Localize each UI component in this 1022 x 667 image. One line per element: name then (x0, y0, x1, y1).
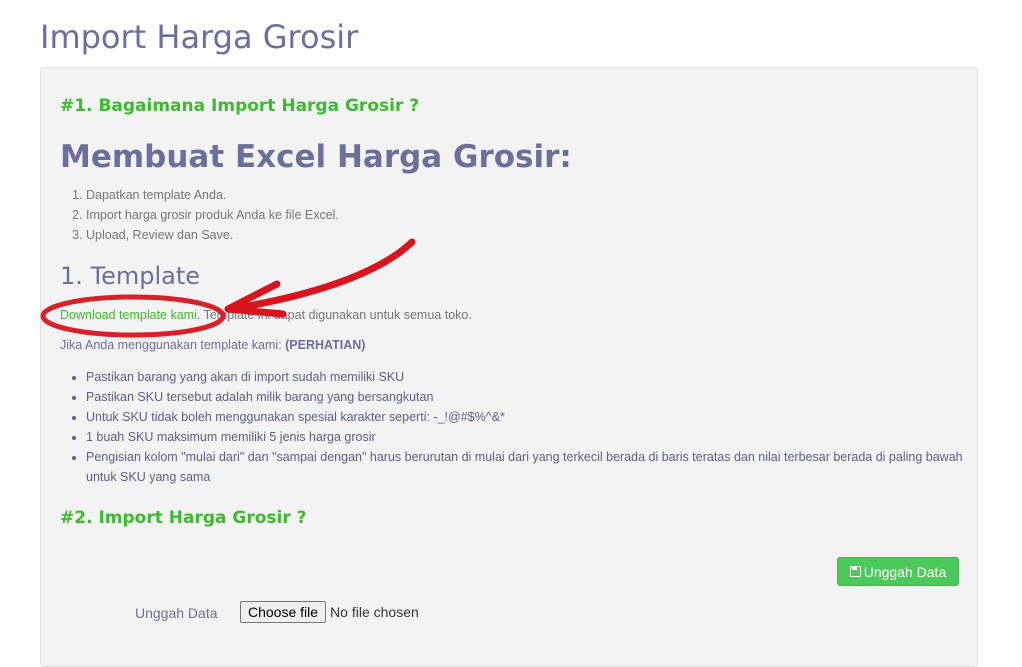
steps-list: Dapatkan template Anda. Import harga gro… (60, 185, 339, 245)
notice-text: Jika Anda menggunakan template kami: (60, 338, 286, 352)
file-input: Choose file No file chosen (240, 601, 419, 623)
notice-warning: (PERHATIAN) (285, 338, 366, 352)
template-heading: 1. Template (60, 262, 201, 290)
rules-list: Pastikan barang yang akan di import suda… (60, 367, 966, 487)
upload-button-label: Unggah Data (863, 563, 947, 580)
import-panel: #1. Bagaimana Import Harga Grosir ? Memb… (40, 67, 978, 667)
list-item: Untuk SKU tidak boleh menggunakan spesia… (86, 407, 966, 427)
list-item: Pastikan barang yang akan di import suda… (86, 367, 966, 387)
excel-title: Membuat Excel Harga Grosir: (60, 139, 572, 175)
list-item: Pengisian kolom "mulai dari" dan "sampai… (86, 447, 966, 487)
file-status: No file chosen (330, 604, 419, 620)
list-item: Dapatkan template Anda. (86, 185, 339, 205)
download-description: . Template ini dapat digunakan untuk sem… (196, 308, 472, 322)
section-1-heading: #1. Bagaimana Import Harga Grosir ? (60, 96, 420, 116)
list-item: Import harga grosir produk Anda ke file … (86, 205, 339, 225)
template-notice: Jika Anda menggunakan template kami: (PE… (60, 338, 365, 352)
section-2-heading: #2. Import Harga Grosir ? (60, 508, 307, 528)
upload-field-label: Unggah Data (135, 605, 218, 621)
page-title: Import Harga Grosir (40, 18, 359, 56)
list-item: Pastikan SKU tersebut adalah milik baran… (86, 387, 966, 407)
upload-data-button[interactable]: Unggah Data (837, 557, 959, 586)
download-template-link[interactable]: Download template kami (60, 308, 197, 322)
list-item: 1 buah SKU maksimum memiliki 5 jenis har… (86, 427, 966, 447)
choose-file-button[interactable]: Choose file (240, 601, 327, 623)
list-item: Upload, Review dan Save. (86, 225, 339, 245)
floppy-disk-icon (849, 566, 861, 577)
download-row: Download template kami. Template ini dap… (60, 308, 472, 322)
